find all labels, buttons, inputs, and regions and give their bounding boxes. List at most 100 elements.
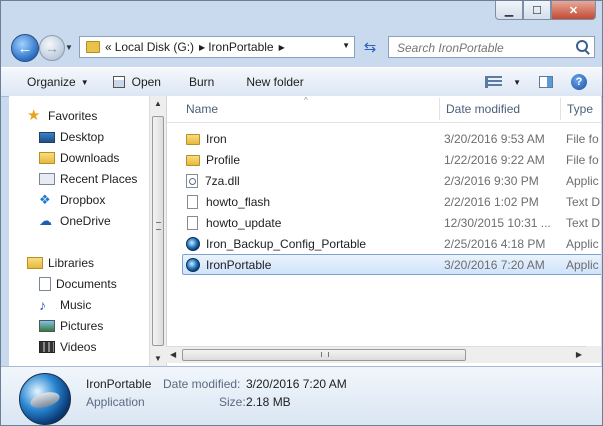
nav-scrollbar[interactable]: ▲ ▼ — [149, 96, 166, 366]
nav-desktop[interactable]: Desktop — [39, 127, 104, 147]
close-button[interactable]: ✕ — [551, 1, 596, 20]
details-file-kind: Application — [86, 395, 145, 409]
column-date-modified[interactable]: Date modified — [446, 102, 520, 116]
breadcrumb-chevron-icon[interactable]: ▶ — [199, 43, 205, 52]
arrow-right-icon: → — [45, 40, 59, 56]
window-controls: ▁ ☐ ✕ — [495, 1, 596, 21]
breadcrumb-local-disk[interactable]: Local Disk (G:) — [115, 40, 194, 54]
view-icon[interactable] — [485, 76, 503, 88]
file-row[interactable]: 7za.dll 2/3/2016 9:30 PM Applic — [182, 170, 601, 191]
breadcrumb-ironportable[interactable]: IronPortable — [208, 40, 273, 54]
back-button[interactable]: ← — [11, 34, 39, 62]
file-row[interactable]: howto_update 12/30/2015 10:31 ... Text D — [182, 212, 601, 233]
arrow-left-icon: ← — [17, 39, 33, 57]
grip-icon — [321, 352, 329, 357]
file-date: 2/2/2016 1:02 PM — [444, 194, 539, 209]
organize-button[interactable]: Organize ▼ — [17, 69, 99, 95]
nav-favorites[interactable]: ★ Favorites — [27, 106, 97, 126]
scrollbar-corner — [586, 346, 601, 363]
nav-scrollbar-thumb[interactable] — [152, 116, 164, 346]
nav-documents[interactable]: Documents — [39, 274, 117, 294]
nav-onedrive[interactable]: ☁ OneDrive — [39, 211, 111, 231]
nav-music-label: Music — [60, 298, 92, 312]
nav-recent-places[interactable]: Recent Places — [39, 169, 137, 189]
scroll-up-arrow-icon[interactable]: ▲ — [154, 99, 162, 108]
address-dropdown[interactable]: ▼ — [342, 41, 350, 50]
recent-pages-dropdown[interactable]: ▼ — [65, 43, 73, 52]
iron-app-icon — [186, 236, 200, 251]
forward-button[interactable]: → — [39, 35, 65, 61]
organize-label: Organize — [27, 75, 76, 89]
file-row[interactable]: Iron 3/20/2016 9:53 AM File fo — [182, 128, 601, 149]
file-name: Iron — [206, 131, 227, 146]
star-icon: ★ — [27, 107, 41, 124]
help-icon[interactable]: ? — [571, 74, 587, 90]
maximize-button[interactable]: ☐ — [523, 1, 551, 20]
file-row-selected[interactable]: IronPortable 3/20/2016 7:20 AM Applic — [182, 254, 601, 275]
nav-libraries-label: Libraries — [48, 256, 95, 270]
file-row[interactable]: Iron_Backup_Config_Portable 2/25/2016 4:… — [182, 233, 601, 254]
file-date: 3/20/2016 9:53 AM — [444, 131, 545, 146]
open-button[interactable]: Open — [103, 69, 171, 95]
nav-dropbox[interactable]: ❖ Dropbox — [39, 190, 105, 210]
file-date: 1/22/2016 9:22 AM — [444, 152, 545, 167]
preview-pane-icon[interactable] — [539, 76, 553, 88]
file-list: Name ^ Date modified Type Iron 3/20/2016… — [166, 96, 601, 366]
nav-music[interactable]: ♪ Music — [39, 295, 91, 315]
documents-icon — [39, 277, 51, 291]
nav-desktop-label: Desktop — [60, 130, 105, 144]
refresh-icon[interactable]: ⇆ — [359, 36, 381, 58]
folder-icon — [186, 155, 200, 166]
open-label: Open — [131, 75, 161, 89]
nav-downloads-label: Downloads — [60, 151, 120, 165]
search-icon[interactable] — [576, 40, 588, 52]
file-row[interactable]: Profile 1/22/2016 9:22 AM File fo — [182, 149, 601, 170]
file-name: 7za.dll — [205, 173, 240, 188]
file-name: howto_flash — [206, 194, 271, 209]
sort-ascending-icon: ^ — [304, 96, 308, 105]
address-row: ← → ▼ « Local Disk (G:) ▶ IronPortable ▶… — [1, 31, 602, 65]
libraries-icon — [27, 257, 43, 269]
address-bar[interactable]: « Local Disk (G:) ▶ IronPortable ▶ ▼ — [79, 36, 355, 58]
new-folder-button[interactable]: New folder — [236, 69, 313, 95]
file-row[interactable]: howto_flash 2/2/2016 1:02 PM Text D — [182, 191, 601, 212]
breadcrumb-overflow[interactable]: « — [105, 40, 112, 54]
scroll-left-arrow-icon[interactable]: ◀ — [170, 350, 176, 359]
file-name: Profile — [206, 152, 241, 167]
nav-pictures[interactable]: Pictures — [39, 316, 103, 336]
scroll-down-arrow-icon[interactable]: ▼ — [154, 354, 162, 363]
nav-downloads[interactable]: Downloads — [39, 148, 119, 168]
column-type[interactable]: Type — [567, 102, 593, 116]
file-type: Applic — [566, 173, 599, 188]
column-divider[interactable] — [439, 98, 440, 120]
search-input[interactable] — [395, 38, 574, 58]
nav-documents-label: Documents — [56, 277, 117, 291]
column-divider[interactable] — [560, 98, 561, 120]
details-pane: IronPortable Application Date modified: … — [1, 366, 602, 425]
text-file-icon — [187, 215, 198, 230]
search-box[interactable] — [388, 36, 595, 58]
horizontal-scrollbar[interactable]: ◀ ▶ — [166, 346, 586, 363]
file-type: File fo — [566, 131, 599, 146]
minimize-button[interactable]: ▁ — [495, 1, 523, 20]
folder-icon — [86, 41, 100, 53]
application-icon — [112, 76, 125, 88]
scroll-right-arrow-icon[interactable]: ▶ — [576, 350, 582, 359]
details-date-label: Date modified: — [163, 377, 241, 391]
details-date-value: 3/20/2016 7:20 AM — [246, 377, 347, 391]
nav-favorites-label: Favorites — [48, 109, 98, 123]
file-type: Applic — [566, 236, 599, 251]
column-name[interactable]: Name — [186, 102, 218, 116]
nav-libraries[interactable]: Libraries — [27, 253, 94, 273]
file-name: IronPortable — [206, 257, 272, 272]
nav-videos[interactable]: Videos — [39, 337, 96, 357]
view-dropdown[interactable]: ▼ — [513, 78, 521, 87]
nav-videos-label: Videos — [60, 340, 97, 354]
text-file-icon — [187, 194, 198, 209]
iron-app-large-icon — [19, 373, 71, 425]
burn-button[interactable]: Burn — [179, 69, 224, 95]
horizontal-scrollbar-thumb[interactable] — [182, 349, 466, 361]
file-type: Applic — [566, 257, 599, 272]
breadcrumb-chevron-icon[interactable]: ▶ — [279, 43, 285, 52]
nav-onedrive-label: OneDrive — [60, 214, 111, 228]
